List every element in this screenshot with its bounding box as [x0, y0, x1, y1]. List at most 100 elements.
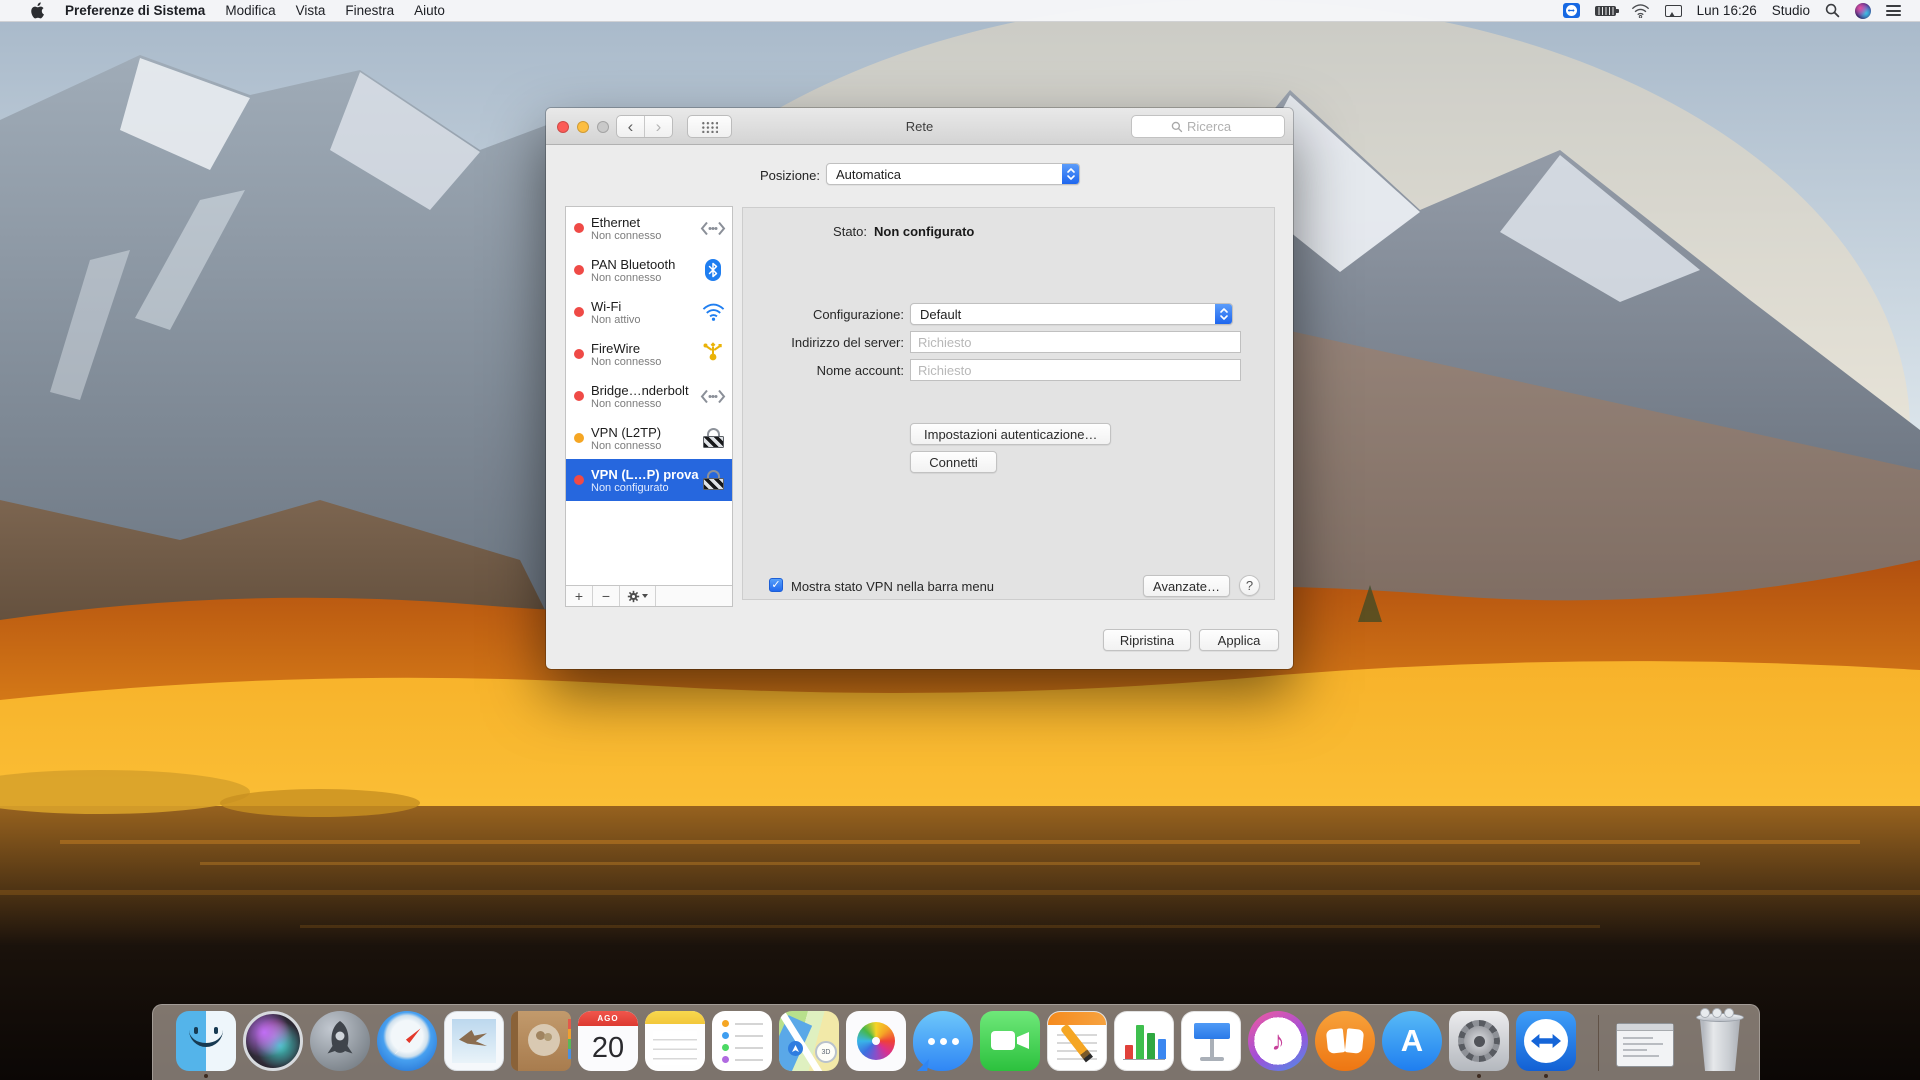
- dock-item-keynote[interactable]: [1181, 1011, 1241, 1071]
- running-indicator-system-preferences: [1477, 1074, 1481, 1078]
- dock-item-safari[interactable]: [377, 1011, 437, 1071]
- service-name: PAN Bluetooth: [591, 257, 700, 272]
- menu-bar: Preferenze di Sistema Modifica Vista Fin…: [0, 0, 1920, 22]
- dock-item-system-preferences[interactable]: [1449, 1011, 1509, 1071]
- help-button[interactable]: ?: [1239, 575, 1260, 596]
- location-label: Posizione:: [620, 168, 820, 183]
- service-name: VPN (L…P) prova: [591, 467, 700, 482]
- apply-button[interactable]: Applica: [1199, 629, 1279, 651]
- network-preferences-window: ‹ › Rete Posizione: Automatica: [546, 108, 1293, 669]
- show-vpn-status-checkbox[interactable]: ✓: [769, 578, 783, 592]
- menu-clock[interactable]: Lun 16:26: [1694, 3, 1760, 18]
- service-status: Non attivo: [591, 314, 700, 326]
- dock-item-calendar[interactable]: AGO 20: [578, 1011, 638, 1071]
- configuration-value: Default: [911, 307, 1215, 322]
- status-value: Non configurato: [874, 224, 974, 239]
- dock-item-trash[interactable]: [1691, 1011, 1749, 1071]
- advanced-button[interactable]: Avanzate…: [1143, 575, 1230, 597]
- dock-item-numbers[interactable]: [1114, 1011, 1174, 1071]
- search-input[interactable]: [1187, 119, 1245, 134]
- service-actions-button[interactable]: [620, 586, 656, 606]
- status-dot-orange: [574, 433, 584, 443]
- notification-center-icon[interactable]: [1883, 0, 1904, 22]
- sidebar-item-bridge-thunderbolt[interactable]: Bridge…nderbolt Non connesso: [566, 375, 732, 417]
- close-button[interactable]: [557, 121, 569, 133]
- dock-item-siri[interactable]: [243, 1011, 303, 1071]
- dock-item-itunes[interactable]: ♪: [1248, 1011, 1308, 1071]
- service-status: Non connesso: [591, 398, 700, 410]
- service-status: Non connesso: [591, 356, 700, 368]
- nav-back-forward: ‹ ›: [616, 115, 673, 138]
- running-indicator-teamviewer: [1544, 1074, 1548, 1078]
- dock-item-mail[interactable]: [444, 1011, 504, 1071]
- music-note-icon: ♪: [1271, 1026, 1285, 1057]
- dock: AGO 20 3D: [152, 1004, 1760, 1080]
- sidebar-item-ethernet[interactable]: Ethernet Non connesso: [566, 207, 732, 249]
- chevron-down-icon: [642, 594, 648, 598]
- dock-item-contacts[interactable]: [511, 1011, 571, 1071]
- server-address-input[interactable]: [910, 331, 1241, 353]
- server-address-label: Indirizzo del server:: [743, 335, 904, 350]
- connect-button[interactable]: Connetti: [910, 451, 997, 473]
- popup-stepper-icon: [1062, 164, 1079, 184]
- location-popup[interactable]: Automatica: [826, 163, 1080, 185]
- menu-finestra[interactable]: Finestra: [335, 0, 404, 22]
- spotlight-search-icon[interactable]: [1822, 0, 1843, 22]
- authentication-settings-button[interactable]: Impostazioni autenticazione…: [910, 423, 1111, 445]
- show-vpn-status-label: Mostra stato VPN nella barra menu: [791, 579, 1071, 594]
- dock-item-photos[interactable]: [846, 1011, 906, 1071]
- location-value: Automatica: [827, 167, 1062, 182]
- dock-item-launchpad[interactable]: [310, 1011, 370, 1071]
- apple-menu[interactable]: [20, 0, 55, 22]
- menu-user[interactable]: Studio: [1769, 3, 1813, 18]
- status-dot-red: [574, 391, 584, 401]
- forward-button[interactable]: ›: [645, 116, 672, 137]
- wifi-icon: [700, 303, 726, 321]
- zoom-button[interactable]: [597, 121, 609, 133]
- minimize-button[interactable]: [577, 121, 589, 133]
- vpn-lock-icon: [700, 470, 726, 490]
- menu-vista[interactable]: Vista: [286, 0, 336, 22]
- revert-button[interactable]: Ripristina: [1103, 629, 1191, 651]
- menu-app-name[interactable]: Preferenze di Sistema: [55, 0, 215, 22]
- dock-item-app-store[interactable]: A: [1382, 1011, 1442, 1071]
- account-name-input[interactable]: [910, 359, 1241, 381]
- wifi-menu-icon[interactable]: [1628, 0, 1653, 22]
- dock-divider: [1598, 1015, 1599, 1071]
- dock-item-facetime[interactable]: [980, 1011, 1040, 1071]
- dock-item-notes[interactable]: [645, 1011, 705, 1071]
- search-field[interactable]: [1131, 115, 1285, 138]
- sidebar-item-vpn-prova[interactable]: VPN (L…P) prova Non configurato: [566, 459, 732, 501]
- sidebar-item-vpn-l2tp[interactable]: VPN (L2TP) Non connesso: [566, 417, 732, 459]
- ethernet-icon: [700, 221, 726, 236]
- dock-item-ibooks[interactable]: [1315, 1011, 1375, 1071]
- configuration-popup[interactable]: Default: [910, 303, 1233, 325]
- dock-item-finder[interactable]: [176, 1011, 236, 1071]
- gear-icon: [627, 590, 640, 603]
- add-service-button[interactable]: +: [566, 586, 593, 606]
- window-titlebar[interactable]: ‹ › Rete: [546, 108, 1293, 145]
- sidebar-item-firewire[interactable]: FireWire Non connesso: [566, 333, 732, 375]
- service-name: Wi-Fi: [591, 299, 700, 314]
- battery-icon[interactable]: [1592, 0, 1619, 22]
- show-all-button[interactable]: [687, 115, 732, 138]
- bluetooth-icon: [700, 258, 726, 282]
- dock-item-minimized-window[interactable]: [1616, 1011, 1676, 1071]
- dock-item-messages[interactable]: [913, 1011, 973, 1071]
- display-mirroring-icon[interactable]: [1662, 0, 1685, 22]
- dock-item-teamviewer[interactable]: [1516, 1011, 1576, 1071]
- dock-item-maps[interactable]: 3D: [779, 1011, 839, 1071]
- status-dot-red: [574, 307, 584, 317]
- remove-service-button[interactable]: −: [593, 586, 620, 606]
- back-button[interactable]: ‹: [617, 116, 645, 137]
- dock-item-pages[interactable]: [1047, 1011, 1107, 1071]
- dock-item-reminders[interactable]: [712, 1011, 772, 1071]
- siri-menu-icon[interactable]: [1852, 0, 1874, 22]
- sidebar-item-pan-bluetooth[interactable]: PAN Bluetooth Non connesso: [566, 249, 732, 291]
- menu-modifica[interactable]: Modifica: [215, 0, 285, 22]
- desktop: Preferenze di Sistema Modifica Vista Fin…: [0, 0, 1920, 1080]
- sidebar-item-wifi[interactable]: Wi-Fi Non attivo: [566, 291, 732, 333]
- configuration-label: Configurazione:: [743, 307, 904, 322]
- teamviewer-menu-icon[interactable]: [1560, 0, 1583, 22]
- menu-aiuto[interactable]: Aiuto: [404, 0, 455, 22]
